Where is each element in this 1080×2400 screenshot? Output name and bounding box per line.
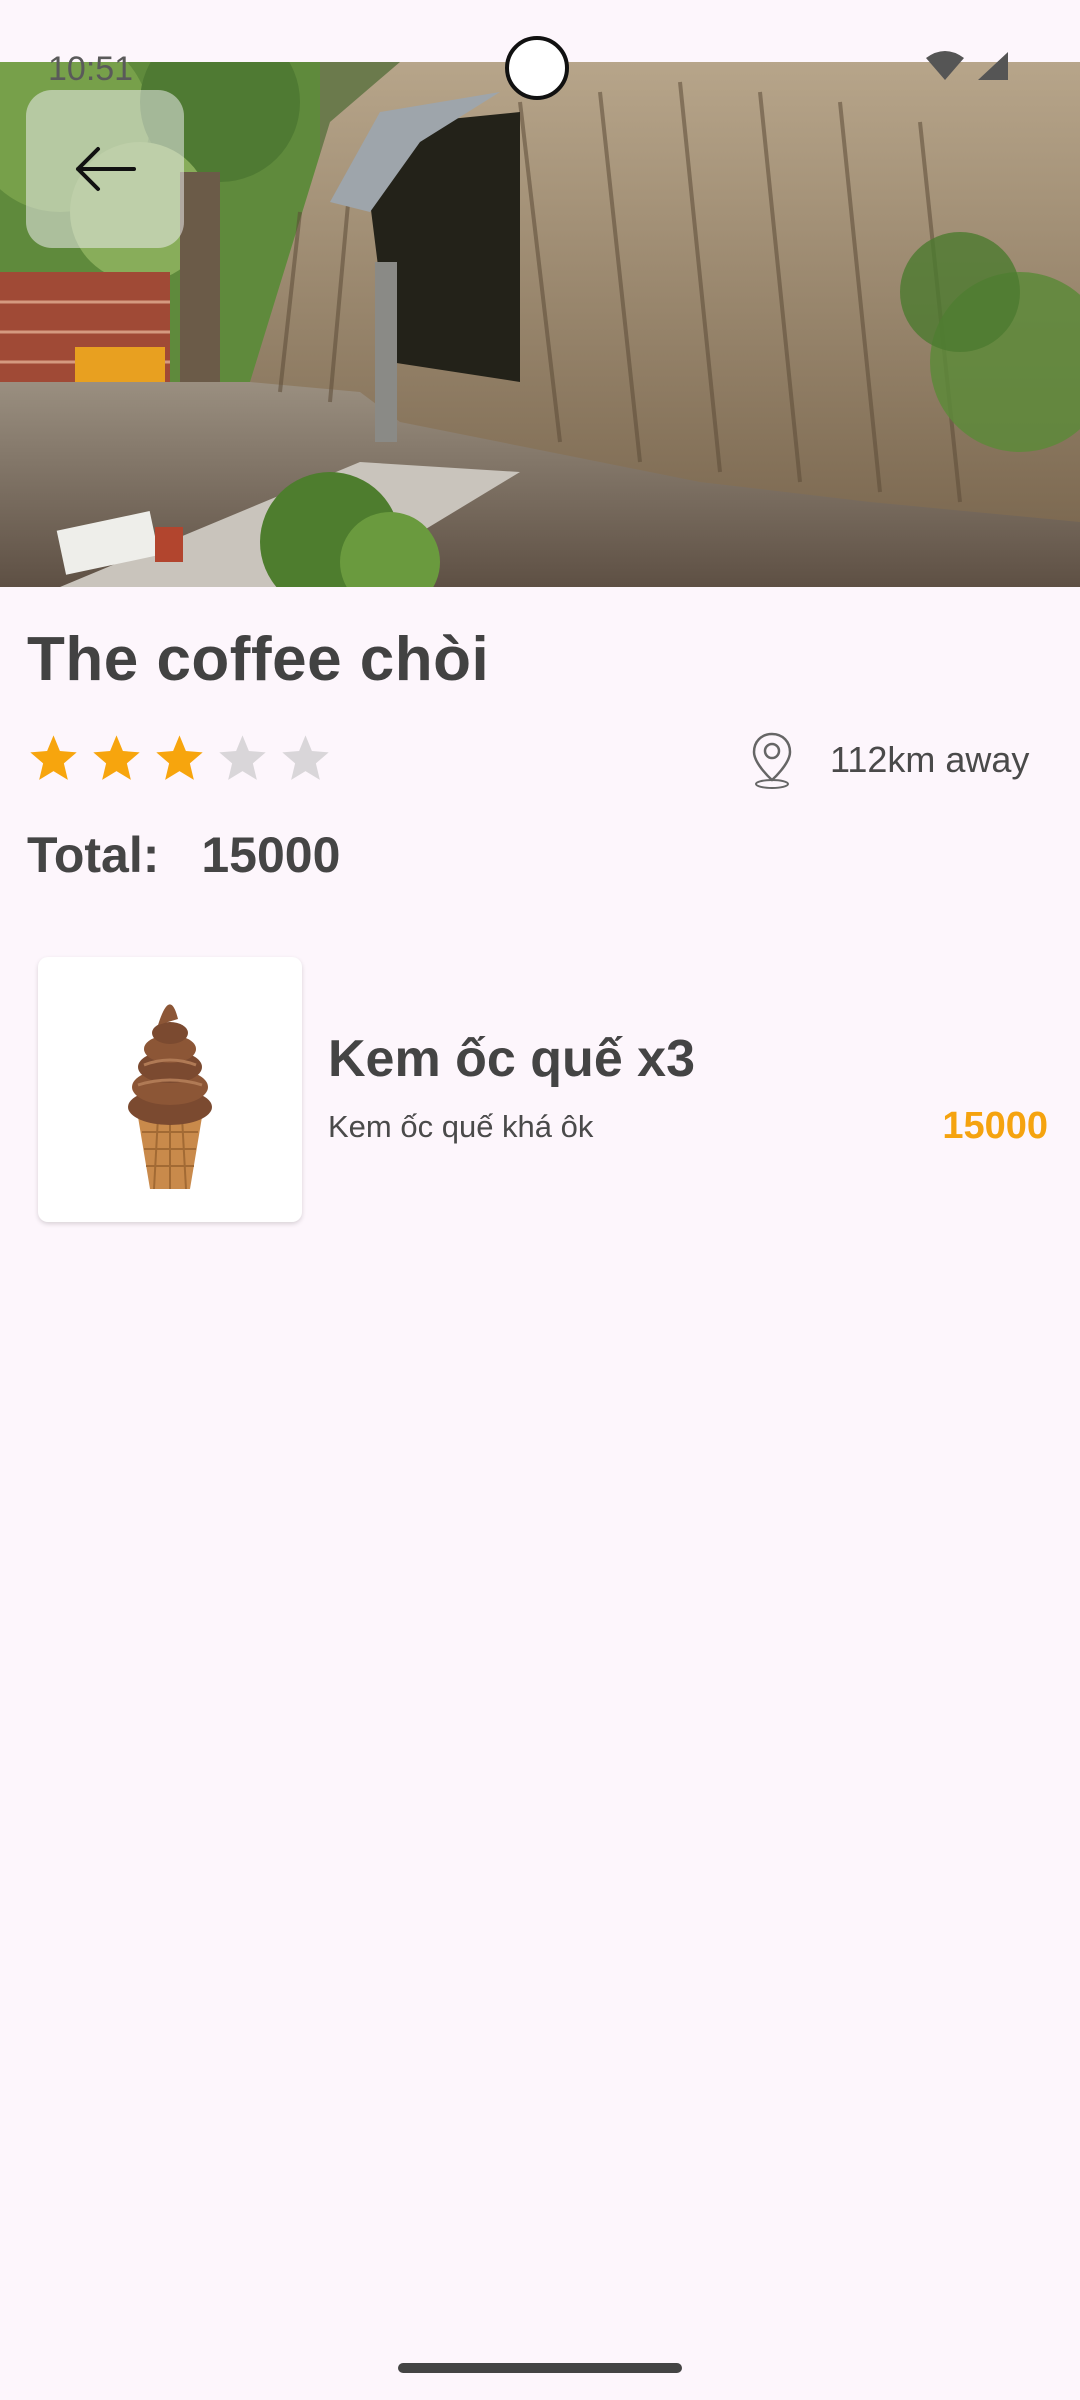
star-filled-icon	[93, 735, 140, 780]
signal-icon	[978, 52, 1008, 80]
item-title: Kem ốc quế x3	[328, 1030, 696, 1088]
camera-cutout	[505, 36, 569, 100]
star-filled-icon	[156, 735, 203, 780]
item-image	[38, 957, 302, 1222]
status-time: 10:51	[48, 50, 134, 88]
place-title: The coffee chòi	[27, 625, 490, 694]
distance-text: 112km away	[830, 739, 1030, 780]
location-pin-icon	[752, 732, 792, 789]
back-button[interactable]	[26, 90, 184, 248]
distance-info: 112km away	[750, 730, 1029, 790]
star-filled-icon	[30, 735, 77, 780]
star-empty-icon	[282, 735, 329, 780]
order-item[interactable]: Kem ốc quế x3 Kem ốc quế khá ôk 15000	[38, 957, 1048, 1222]
arrow-left-icon	[76, 147, 136, 191]
star-rating	[27, 732, 332, 785]
ice-cream-cone-image	[128, 1004, 212, 1190]
total-value: 15000	[201, 827, 341, 883]
item-price: 15000	[942, 1105, 1048, 1147]
star-empty-icon	[219, 735, 266, 780]
order-total: Total: 15000	[27, 826, 340, 884]
total-label: Total:	[27, 827, 160, 883]
wifi-icon	[926, 51, 964, 80]
item-description: Kem ốc quế khá ôk	[328, 1109, 594, 1144]
status-icons	[924, 50, 1010, 82]
home-indicator[interactable]	[398, 2363, 682, 2373]
